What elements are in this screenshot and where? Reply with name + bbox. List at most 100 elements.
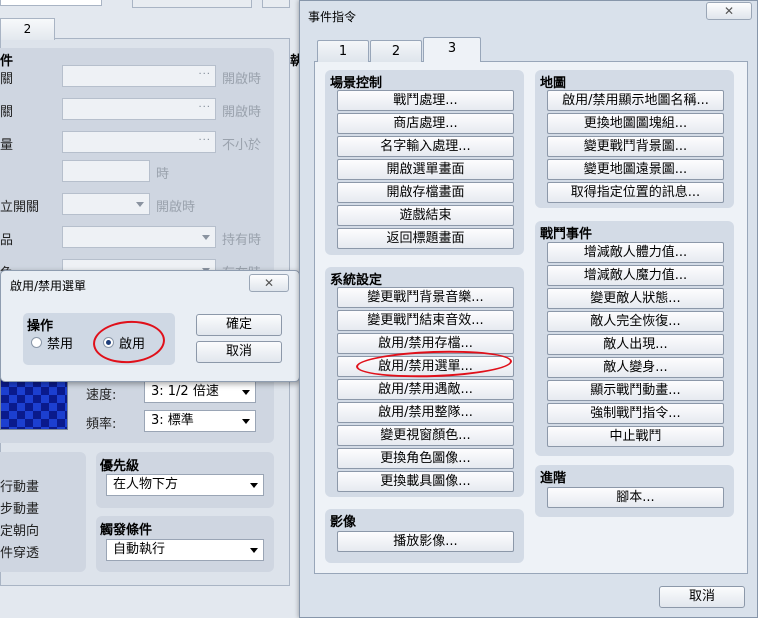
- top-field: [0, 0, 102, 6]
- condition-hint: 時: [156, 167, 170, 182]
- menu-access-dialog: 啟用/禁用選單 ✕ 操作 禁用 啟用 確定 取消: [0, 270, 300, 382]
- close-button[interactable]: ✕: [706, 2, 752, 20]
- cmd-map-name-display[interactable]: 啟用/禁用顯示地圖名稱...: [547, 90, 724, 111]
- cmd-enemy-appear[interactable]: 敵人出現...: [547, 334, 724, 355]
- cmd-play-movie[interactable]: 播放影像...: [337, 531, 514, 552]
- condition-label: 量: [0, 138, 14, 153]
- top-button: [132, 0, 252, 8]
- condition-hint: 開啟時: [156, 200, 196, 215]
- cmd-change-enemy-state[interactable]: 變更敵人狀態...: [547, 288, 724, 309]
- advanced-title: 進階: [540, 471, 567, 486]
- condition-hint: 持有時: [222, 233, 262, 248]
- speed-value: 3: 1/2 倍速: [151, 384, 219, 399]
- chevron-down-icon: [250, 483, 258, 488]
- cmd-change-vehicle-graphic[interactable]: 更換載具圖像...: [337, 471, 514, 492]
- condition-variable-field[interactable]: ···: [62, 131, 216, 153]
- option-direction-fix[interactable]: 定朝向: [0, 520, 39, 539]
- condition-label: 品: [0, 233, 14, 248]
- window-title: 事件指令: [308, 10, 357, 24]
- event-commands-window: 事件指令 ✕ 1 2 3 場景控制 系統設定 影像 地圖 戰鬥事件 進階 戰鬥處…: [299, 0, 758, 618]
- cmd-return-title[interactable]: 返回標題畫面: [337, 228, 514, 249]
- cmd-change-actor-graphic[interactable]: 更換角色圖像...: [337, 448, 514, 469]
- condition-label: 關: [0, 105, 14, 120]
- self-switch-select[interactable]: [62, 193, 150, 215]
- chevron-down-icon: [242, 390, 250, 395]
- radio-disable-label[interactable]: 禁用: [47, 333, 73, 352]
- trigger-value: 自動執行: [113, 542, 166, 557]
- close-button[interactable]: ✕: [249, 274, 289, 292]
- speed-select[interactable]: 3: 1/2 倍速: [144, 381, 256, 403]
- condition-hint: 開啟時: [222, 105, 262, 120]
- cmd-show-battle-animation[interactable]: 顯示戰鬥動畫...: [547, 380, 724, 401]
- battle-title: 戰鬥事件: [540, 227, 593, 242]
- cmd-enemy-transform[interactable]: 敵人變身...: [547, 357, 724, 378]
- cmd-change-battle-bgm[interactable]: 變更戰鬥背景音樂...: [337, 287, 514, 308]
- trigger-title: 觸發條件: [100, 523, 153, 538]
- cmd-open-save[interactable]: 開啟存檔畫面: [337, 182, 514, 203]
- cmd-battle-processing[interactable]: 戰鬥處理...: [337, 90, 514, 111]
- cmd-game-over[interactable]: 遊戲結束: [337, 205, 514, 226]
- cmd-formation-access[interactable]: 啟用/禁用整隊...: [337, 402, 514, 423]
- tab-3[interactable]: 3: [423, 37, 481, 62]
- cmd-script[interactable]: 腳本...: [547, 487, 724, 508]
- chevron-down-icon: [136, 202, 144, 207]
- cancel-button[interactable]: 取消: [196, 341, 282, 363]
- cmd-open-menu[interactable]: 開啟選單畫面: [337, 159, 514, 180]
- conditions-title: 件: [0, 54, 14, 69]
- ellipsis-icon: ···: [198, 102, 211, 113]
- ellipsis-icon: ···: [198, 69, 211, 80]
- scene-control-title: 場景控制: [330, 76, 383, 91]
- radio-disable[interactable]: [31, 337, 42, 348]
- system-settings-title: 系統設定: [330, 273, 383, 288]
- priority-value: 在人物下方: [113, 477, 179, 492]
- option-walk-anim[interactable]: 行動畫: [0, 476, 39, 495]
- condition-label: 立開關: [0, 200, 40, 215]
- cmd-name-input[interactable]: 名字輸入處理...: [337, 136, 514, 157]
- freq-label: 頻率:: [86, 417, 117, 432]
- speed-label: 速度:: [86, 388, 117, 403]
- condition-value-field[interactable]: [62, 160, 150, 182]
- page-tab-2[interactable]: 2: [0, 18, 55, 40]
- cmd-encounter-access[interactable]: 啟用/禁用遇敵...: [337, 379, 514, 400]
- cmd-enemy-recover-all[interactable]: 敵人完全恢復...: [547, 311, 724, 332]
- condition-hint: 開啟時: [222, 72, 262, 87]
- chevron-down-icon: [242, 419, 250, 424]
- trigger-select[interactable]: 自動執行: [106, 539, 264, 561]
- chevron-down-icon: [250, 548, 258, 553]
- chevron-down-icon: [202, 235, 210, 240]
- close-icon: ✕: [263, 276, 275, 290]
- movie-title: 影像: [330, 515, 357, 530]
- cmd-change-enemy-mp[interactable]: 增減敵人魔力值...: [547, 265, 724, 286]
- condition-switch-field[interactable]: ···: [62, 98, 216, 120]
- map-title: 地圖: [540, 76, 567, 91]
- option-step-anim[interactable]: 步動畫: [0, 498, 39, 517]
- condition-switch-field[interactable]: ···: [62, 65, 216, 87]
- cmd-window-color[interactable]: 變更視窗顏色...: [337, 425, 514, 446]
- option-through[interactable]: 件穿透: [0, 542, 39, 561]
- cmd-change-battleback[interactable]: 變更戰鬥背景圖...: [547, 136, 724, 157]
- tab-1[interactable]: 1: [317, 40, 369, 62]
- cmd-change-tileset[interactable]: 更換地圖圖塊組...: [547, 113, 724, 134]
- cmd-shop-processing[interactable]: 商店處理...: [337, 113, 514, 134]
- priority-select[interactable]: 在人物下方: [106, 474, 264, 496]
- item-select[interactable]: [62, 226, 216, 248]
- cancel-button[interactable]: 取消: [659, 586, 745, 608]
- freq-select[interactable]: 3: 標準: [144, 410, 256, 432]
- ellipsis-icon: ···: [198, 135, 211, 146]
- condition-hint: 不小於: [222, 138, 262, 153]
- operation-title: 操作: [27, 319, 54, 334]
- cmd-change-enemy-hp[interactable]: 增減敵人體力值...: [547, 242, 724, 263]
- top-button: [262, 0, 290, 8]
- ok-button[interactable]: 確定: [196, 314, 282, 336]
- priority-title: 優先級: [100, 459, 140, 474]
- condition-label: 關: [0, 72, 14, 87]
- close-icon: ✕: [723, 4, 735, 18]
- cmd-change-battle-end-me[interactable]: 變更戰鬥結束音效...: [337, 310, 514, 331]
- event-graphic-preview[interactable]: [0, 378, 68, 430]
- cmd-get-location-info[interactable]: 取得指定位置的訊息...: [547, 182, 724, 203]
- freq-value: 3: 標準: [151, 413, 194, 428]
- cmd-abort-battle[interactable]: 中止戰鬥: [547, 426, 724, 447]
- cmd-force-action[interactable]: 強制戰鬥指令...: [547, 403, 724, 424]
- tab-2[interactable]: 2: [370, 40, 422, 62]
- cmd-change-parallax[interactable]: 變更地圖遠景圖...: [547, 159, 724, 180]
